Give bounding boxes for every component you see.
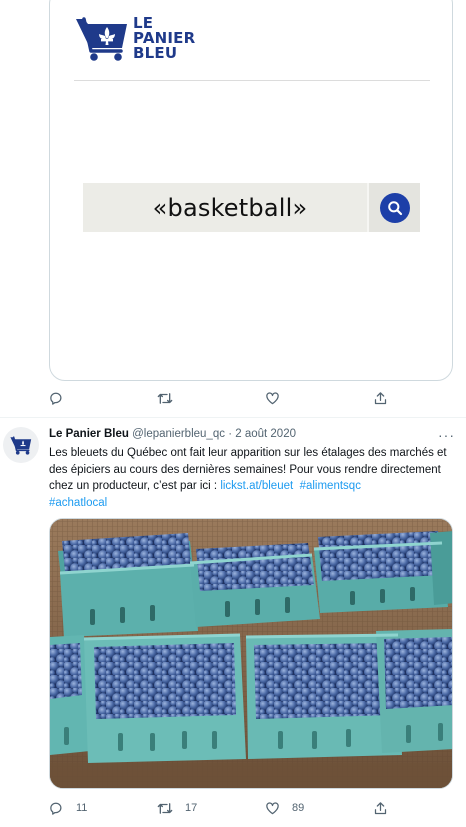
card-divider — [74, 80, 430, 81]
photo-image — [50, 519, 452, 788]
author-handle[interactable]: @lepanierbleu_qc — [132, 428, 225, 440]
share-button[interactable] — [373, 388, 388, 408]
share-icon — [374, 801, 387, 814]
like-button[interactable] — [265, 388, 280, 408]
tweet-media-card[interactable]: LE PANIER BLEU «basketball» — [49, 0, 453, 381]
search-icon — [387, 200, 402, 215]
retweet-icon — [157, 802, 173, 814]
retweet-icon — [157, 392, 173, 404]
reply-button[interactable] — [49, 388, 64, 408]
more-options-icon[interactable]: ··· — [438, 427, 455, 443]
tweet-header: Le Panier Bleu @lepanierbleu_qc · 2 août… — [49, 428, 296, 440]
cart-icon — [76, 17, 127, 61]
previous-tweet-actions — [49, 388, 453, 408]
author-name[interactable]: Le Panier Bleu — [49, 428, 129, 440]
search-bar: «basketball» — [83, 183, 420, 232]
heart-icon — [266, 802, 279, 815]
avatar[interactable] — [3, 427, 39, 463]
search-button — [379, 192, 410, 223]
reply-icon — [50, 802, 62, 815]
previous-tweet: LE PANIER BLEU «basketball» — [0, 0, 466, 417]
retweet-button[interactable]: 17 — [157, 798, 197, 818]
tweet[interactable]: Le Panier Bleu @lepanierbleu_qc · 2 août… — [0, 418, 466, 827]
hashtag-achatlocal[interactable]: #achatlocal — [49, 497, 107, 509]
reply-count: 11 — [76, 802, 88, 814]
logo-wordmark: LE PANIER BLEU — [133, 16, 195, 61]
hashtag-alimentsqc[interactable]: #alimentsqc — [300, 480, 361, 492]
heart-icon — [266, 392, 279, 405]
search-query-text: «basketball» — [152, 193, 308, 222]
tweet-actions: 11 17 89 — [49, 798, 453, 818]
header-separator: · — [228, 428, 233, 440]
logo-line-3: BLEU — [133, 44, 178, 62]
tweet-date[interactable]: 2 août 2020 — [235, 428, 296, 440]
retweet-button[interactable] — [157, 388, 173, 408]
like-count: 89 — [292, 802, 305, 814]
search-button-area — [367, 183, 420, 232]
share-icon — [374, 391, 387, 404]
blueberries-photo[interactable] — [49, 518, 453, 789]
share-button[interactable] — [373, 798, 388, 818]
tweet-link[interactable]: lickst.at/bleuet — [220, 480, 293, 492]
tweet-text: Les bleuets du Québec ont fait leur appa… — [49, 445, 459, 511]
reply-icon — [50, 392, 62, 405]
cart-icon — [10, 436, 32, 455]
retweet-count: 17 — [185, 802, 198, 814]
reply-button[interactable]: 11 — [49, 798, 87, 818]
like-button[interactable]: 89 — [265, 798, 304, 818]
panier-bleu-logo: LE PANIER BLEU — [75, 14, 235, 62]
